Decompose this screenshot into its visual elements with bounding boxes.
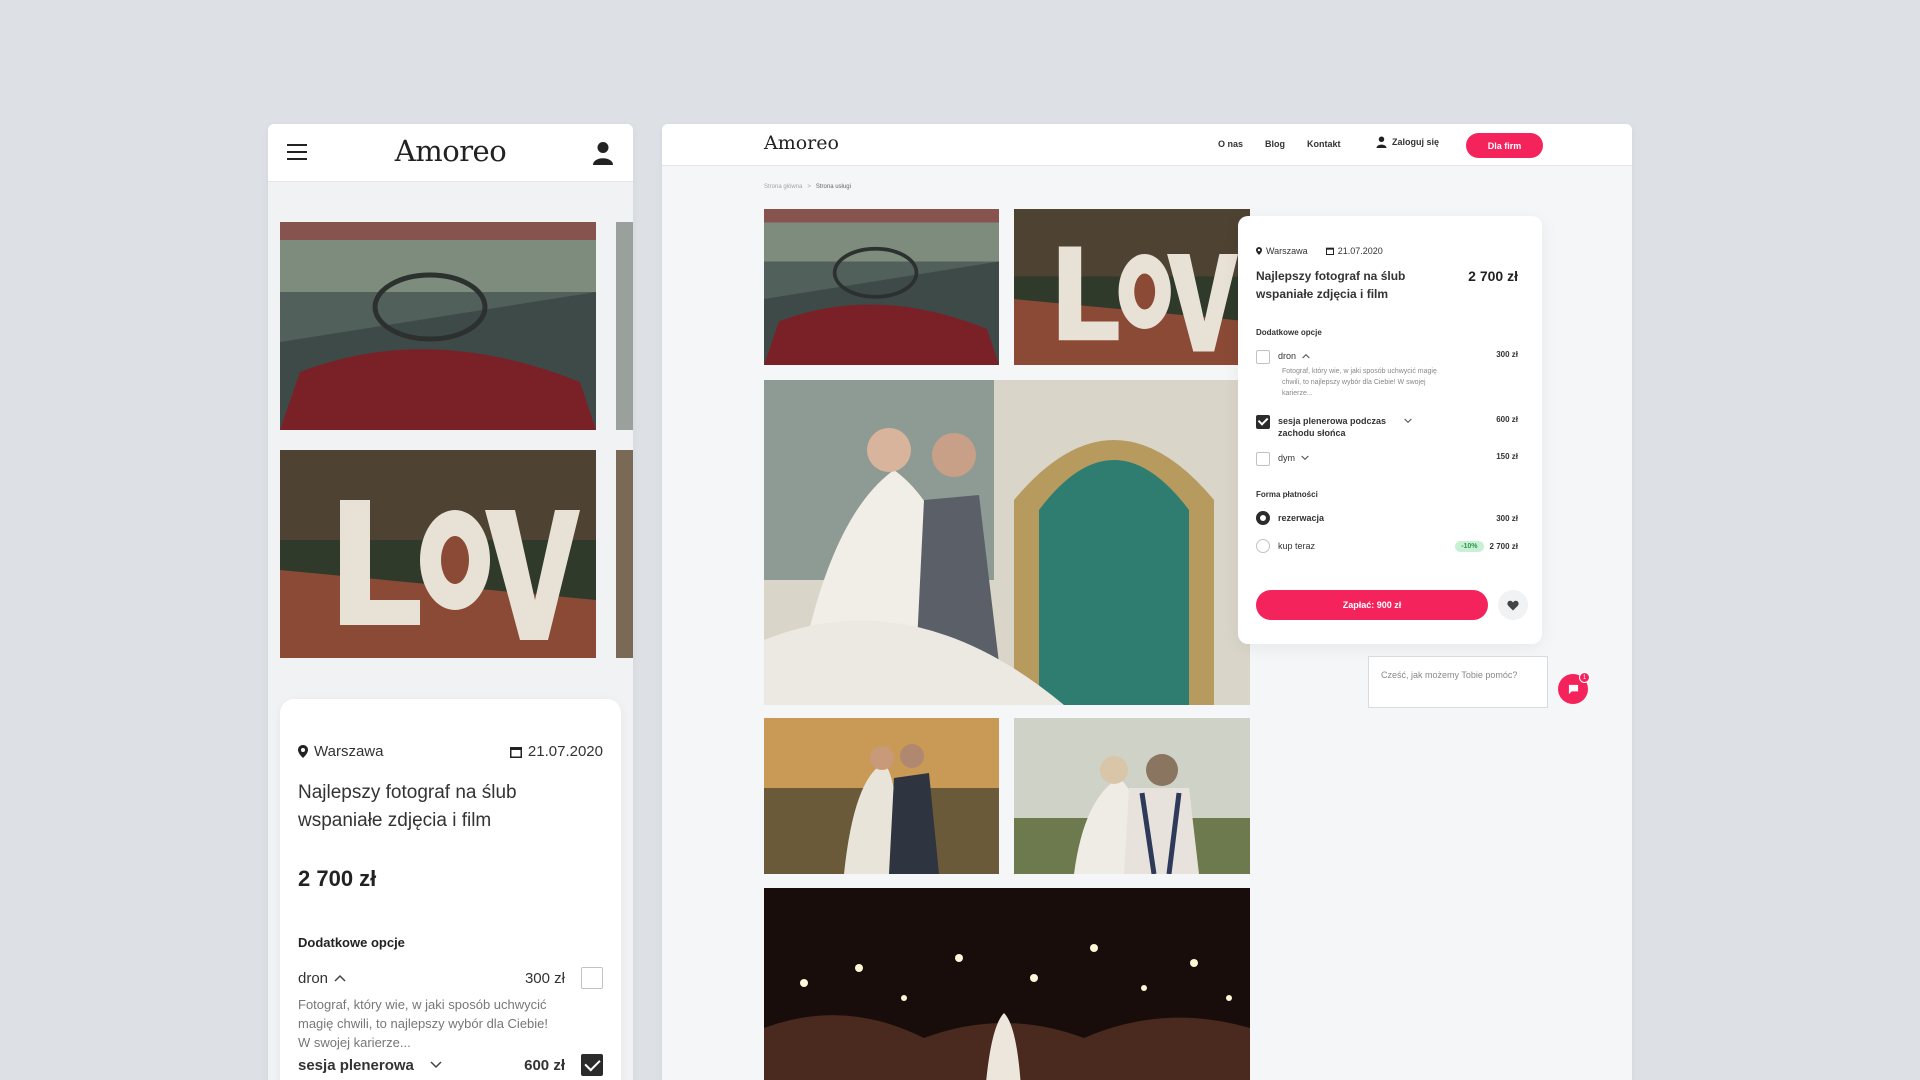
option-price: 150 zł <box>1496 452 1518 461</box>
logo[interactable]: Amoreo <box>268 134 633 168</box>
chevron-down-icon[interactable] <box>1404 418 1412 424</box>
option-name: dym <box>1278 453 1296 463</box>
nav-o-nas[interactable]: O nas <box>1218 139 1243 149</box>
payment-price: 300 zł <box>1496 513 1518 523</box>
extras-heading: Dodatkowe opcje <box>298 935 405 950</box>
chevron-up-icon[interactable] <box>334 974 346 982</box>
option-dron: dron 300 zł Fotograf, który wie, w jaki … <box>298 967 603 1052</box>
option-name: dron <box>298 969 329 987</box>
payment-kup-teraz: kup teraz -10% 2 700 zł <box>1256 539 1518 553</box>
option-price: 600 zł <box>1496 415 1518 424</box>
heart-icon <box>1507 600 1519 610</box>
chat-prompt[interactable]: Cześć, jak możemy Tobie pomóc? <box>1368 656 1548 708</box>
date-text: 21.07.2020 <box>1337 246 1383 256</box>
gallery-photo-love[interactable] <box>280 450 596 658</box>
option-price: 300 zł <box>524 969 565 987</box>
option-checkbox[interactable] <box>1256 415 1270 429</box>
payment-name: kup teraz <box>1278 541 1316 551</box>
location: Warszawa <box>298 743 383 760</box>
mobile-header: Amoreo <box>268 124 633 182</box>
user-icon[interactable] <box>592 141 614 165</box>
gallery-photo-car[interactable] <box>764 209 999 365</box>
extras-heading: Dodatkowe opcje <box>1256 328 1322 337</box>
chevron-down-icon[interactable] <box>1301 455 1309 461</box>
location: Warszawa <box>1256 246 1308 256</box>
breadcrumb-home[interactable]: Strona główna <box>764 184 802 190</box>
date: 21.07.2020 <box>509 743 603 760</box>
option-dym: dym 150 zł <box>1256 452 1518 466</box>
location-pin-icon <box>298 745 308 758</box>
gallery-photo-peek <box>616 222 633 430</box>
chevron-down-icon[interactable] <box>430 1061 442 1069</box>
chat-button[interactable]: 1 <box>1558 672 1590 704</box>
option-price: 300 zł <box>1496 350 1518 359</box>
for-business-button[interactable]: Dla firm <box>1466 133 1543 158</box>
calendar-icon <box>509 746 522 758</box>
breadcrumb-separator: > <box>807 184 811 190</box>
offer-card: Warszawa 21.07.2020 Najlepszy fotograf n… <box>1238 216 1542 644</box>
offer-meta: Warszawa 21.07.2020 <box>1256 246 1383 256</box>
gallery-photo-peek-2 <box>616 450 633 658</box>
option-sesja: sesja plenerowa 600 zł <box>298 1054 603 1076</box>
breadcrumb: Strona główna > Strona usługi <box>764 184 851 190</box>
gallery-photo-love[interactable] <box>1014 209 1250 365</box>
mobile-offer-card: Warszawa 21.07.2020 Najlepszy fotograf n… <box>280 699 621 1080</box>
logo[interactable]: Amoreo <box>764 132 839 154</box>
offer-title: Najlepszy fotograf na ślub wspaniałe zdj… <box>298 782 517 831</box>
payment-radio[interactable] <box>1256 539 1270 553</box>
option-price: 600 zł <box>524 1056 565 1074</box>
payment-rezerwacja: rezerwacja 300 zł <box>1256 511 1518 525</box>
location-text: Warszawa <box>314 743 384 760</box>
option-dron: dron 300 zł <box>1256 350 1518 364</box>
nav-blog[interactable]: Blog <box>1265 139 1285 149</box>
breadcrumb-current: Strona usługi <box>815 184 851 190</box>
main-nav: O nas Blog Kontakt <box>1218 139 1341 149</box>
date: 21.07.2020 <box>1325 246 1383 256</box>
login-text: Zaloguj się <box>1392 137 1440 147</box>
nav-kontakt[interactable]: Kontakt <box>1307 139 1341 149</box>
offer-title: Najlepszy fotograf na ślub wspaniałe zdj… <box>1256 269 1406 301</box>
payment-name: rezerwacja <box>1278 513 1325 523</box>
gallery-photo-sparklers[interactable] <box>764 888 1250 1080</box>
chevron-up-icon[interactable] <box>1302 353 1310 359</box>
date-text: 21.07.2020 <box>527 743 603 760</box>
login-link[interactable]: Zaloguj się <box>1376 136 1439 148</box>
location-text: Warszawa <box>1266 246 1308 256</box>
option-checkbox[interactable] <box>581 967 603 989</box>
location-pin-icon <box>1256 247 1262 255</box>
pay-button[interactable]: Zapłać: 900 zł <box>1256 590 1488 620</box>
option-name: sesja plenerowa podczas zachodu słońca <box>1278 416 1387 438</box>
calendar-icon <box>1325 247 1334 255</box>
offer-price: 2 700 zł <box>298 866 377 891</box>
offer-price: 2 700 zł <box>1468 268 1518 284</box>
gallery-photo-hug[interactable] <box>1014 718 1250 874</box>
gallery-photo-couple-door[interactable] <box>764 380 1250 705</box>
option-description: Fotograf, który wie, w jaki sposób uchwy… <box>1282 368 1437 397</box>
option-sesja: sesja plenerowa podczas zachodu słońca 6… <box>1256 415 1518 439</box>
payment-radio[interactable] <box>1256 511 1270 525</box>
favorite-button[interactable] <box>1498 590 1528 620</box>
desktop-header: Amoreo O nas Blog Kontakt Zaloguj się Dl… <box>662 124 1632 166</box>
option-description: Fotograf, który wie, w jaki sposób uchwy… <box>298 997 549 1050</box>
user-icon <box>1376 136 1387 148</box>
gallery-photo-car[interactable] <box>280 222 596 430</box>
discount-badge: -10% <box>1455 540 1484 552</box>
option-checkbox[interactable] <box>1256 350 1270 364</box>
payment-price: 2 700 zł <box>1489 541 1518 551</box>
chat-notification-badge: 1 <box>1579 672 1590 683</box>
option-name: sesja plenerowa <box>298 1056 414 1074</box>
offer-meta: Warszawa 21.07.2020 <box>298 743 603 760</box>
option-checkbox[interactable] <box>581 1054 603 1076</box>
option-checkbox[interactable] <box>1256 452 1270 466</box>
payment-heading: Forma płatności <box>1256 490 1318 499</box>
chat-icon <box>1568 684 1578 694</box>
mobile-preview: Amoreo Warszawa 21.07.2020 Najlepszy fot… <box>268 124 633 1080</box>
option-name: dron <box>1278 351 1297 361</box>
desktop-preview: Amoreo O nas Blog Kontakt Zaloguj się Dl… <box>662 124 1632 1080</box>
gallery-photo-kiss[interactable] <box>764 718 999 874</box>
